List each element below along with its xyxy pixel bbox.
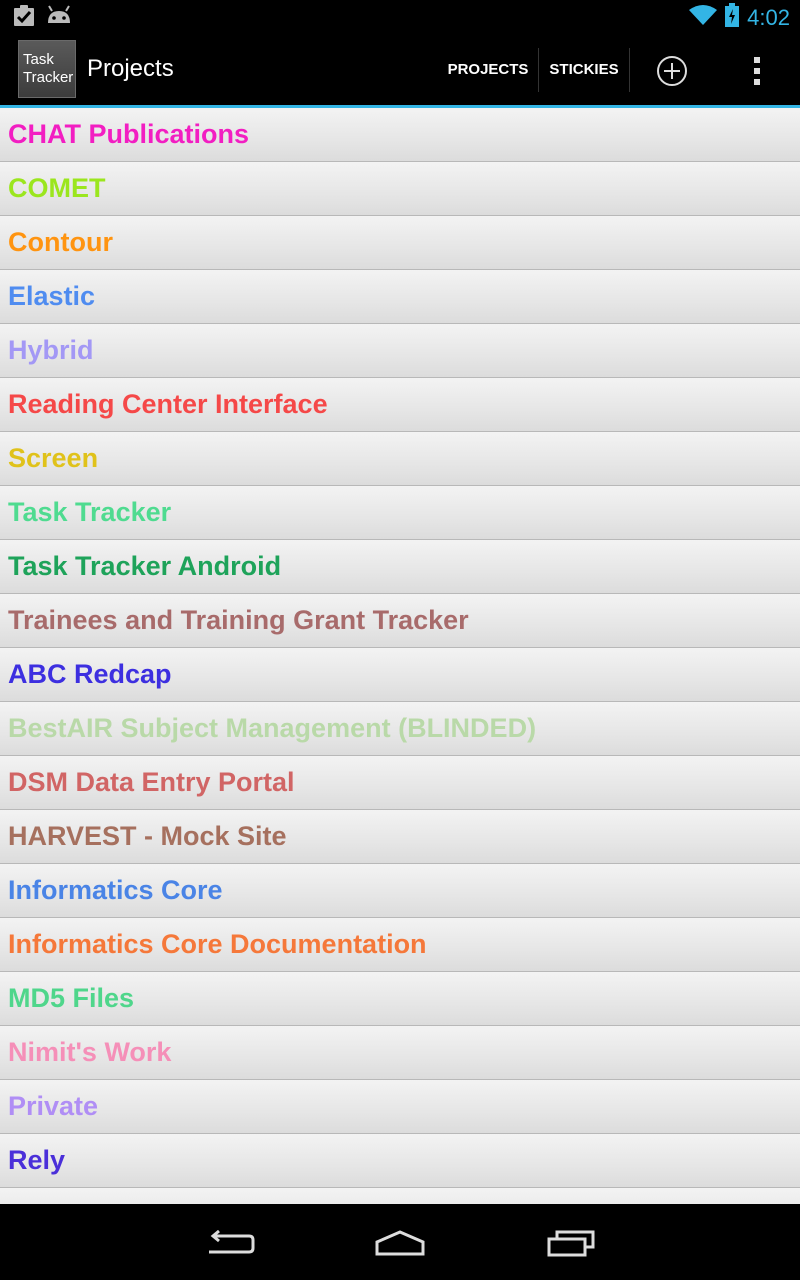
project-name: Contour: [8, 227, 113, 257]
project-name: ABC Redcap: [8, 659, 172, 689]
project-row[interactable]: Task Tracker Android: [0, 540, 800, 594]
project-name: HARVEST - Mock Site: [8, 821, 287, 851]
project-name: Hybrid: [8, 335, 94, 365]
project-row[interactable]: [0, 1188, 800, 1204]
status-bar: 4:02: [0, 0, 800, 33]
stickies-button[interactable]: STICKIES: [540, 48, 628, 90]
action-bar: Task Tracker Projects PROJECTS STICKIES: [0, 33, 800, 108]
project-name: Informatics Core: [8, 875, 223, 905]
wifi-icon: [689, 4, 718, 31]
android-icon: [46, 5, 72, 32]
app-logo[interactable]: Task Tracker: [18, 40, 76, 98]
project-row[interactable]: DSM Data Entry Portal: [0, 756, 800, 810]
project-name: Screen: [8, 443, 99, 473]
screen: 4:02 Task Tracker Projects PROJECTS STIC…: [0, 0, 800, 1280]
project-row[interactable]: Hybrid: [0, 324, 800, 378]
project-name: Task Tracker: [8, 497, 172, 527]
project-row[interactable]: BestAIR Subject Management (BLINDED): [0, 702, 800, 756]
project-name: Trainees and Training Grant Tracker: [8, 605, 469, 635]
project-name: Private: [8, 1091, 99, 1121]
project-row[interactable]: HARVEST - Mock Site: [0, 810, 800, 864]
project-name: Task Tracker Android: [8, 551, 282, 581]
back-icon[interactable]: [200, 1225, 260, 1261]
recents-icon[interactable]: [541, 1225, 601, 1261]
project-name: Rely: [8, 1145, 66, 1175]
project-row[interactable]: Informatics Core: [0, 864, 800, 918]
app-logo-line2: Tracker: [23, 69, 74, 86]
project-row[interactable]: COMET: [0, 162, 800, 216]
project-name: Nimit's Work: [8, 1037, 172, 1067]
project-row[interactable]: MD5 Files: [0, 972, 800, 1026]
project-name: Elastic: [8, 281, 96, 311]
projects-button[interactable]: PROJECTS: [440, 48, 536, 90]
action-divider: [629, 48, 630, 92]
overflow-menu-icon[interactable]: [737, 51, 777, 91]
battery-charging-icon: [725, 3, 740, 32]
project-row[interactable]: CHAT Publications: [0, 108, 800, 162]
project-row[interactable]: Informatics Core Documentation: [0, 918, 800, 972]
project-row[interactable]: Task Tracker: [0, 486, 800, 540]
project-name: CHAT Publications: [8, 119, 250, 149]
app-logo-line1: Task: [23, 51, 54, 68]
project-name: Reading Center Interface: [8, 389, 328, 419]
project-name: Informatics Core Documentation: [8, 929, 427, 959]
project-name: MD5 Files: [8, 983, 135, 1013]
page-title: Projects: [87, 55, 174, 82]
clock: 4:02: [747, 4, 790, 30]
project-name: BestAIR Subject Management (BLINDED): [8, 713, 537, 743]
project-row[interactable]: Reading Center Interface: [0, 378, 800, 432]
project-row[interactable]: ABC Redcap: [0, 648, 800, 702]
project-row[interactable]: Trainees and Training Grant Tracker: [0, 594, 800, 648]
navigation-bar: [0, 1205, 800, 1280]
project-list[interactable]: CHAT Publications COMET Contour Elastic Hybr…: [0, 108, 800, 1204]
project-row[interactable]: Rely: [0, 1134, 800, 1188]
home-icon[interactable]: [370, 1225, 430, 1261]
project-row[interactable]: Contour: [0, 216, 800, 270]
project-name: COMET: [8, 173, 106, 203]
add-circle-icon[interactable]: [652, 51, 692, 91]
project-row[interactable]: Private: [0, 1080, 800, 1134]
clipboard-check-icon: [12, 5, 36, 32]
project-row[interactable]: Nimit's Work: [0, 1026, 800, 1080]
project-row[interactable]: Elastic: [0, 270, 800, 324]
project-row[interactable]: Screen: [0, 432, 800, 486]
project-name: DSM Data Entry Portal: [8, 767, 295, 797]
action-divider: [538, 48, 539, 92]
